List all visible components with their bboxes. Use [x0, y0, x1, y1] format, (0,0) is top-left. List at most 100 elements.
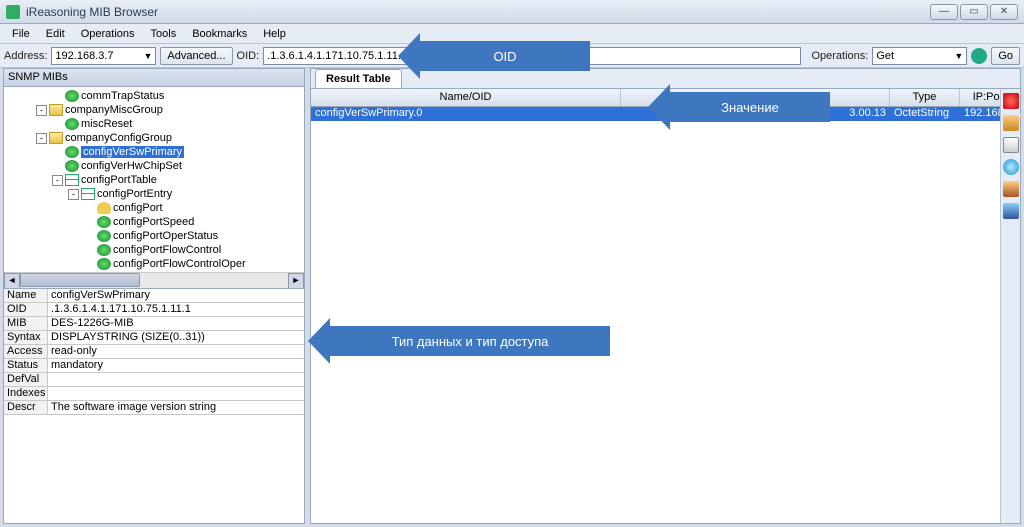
close-button[interactable]: ✕: [990, 4, 1018, 20]
detail-value: mandatory: [48, 359, 304, 372]
tree-item-label: configPortSpeed: [113, 216, 194, 228]
detail-row: DefVal: [4, 373, 304, 387]
tree-item-label: configPort: [113, 202, 163, 214]
menu-help[interactable]: Help: [255, 26, 294, 42]
detail-key: DefVal: [4, 373, 48, 386]
right-pane: Result Table Name/OID Value Type IP:Port…: [310, 68, 1021, 524]
tree-item[interactable]: - companyConfigGroup: [4, 131, 304, 145]
expander-icon[interactable]: -: [36, 105, 47, 116]
col-value[interactable]: Value: [621, 89, 890, 106]
left-pane: SNMP MIBs commTrapStatus-companyMiscGrou…: [3, 68, 305, 524]
detail-row: Indexes: [4, 387, 304, 401]
detail-key: Access: [4, 345, 48, 358]
result-table-tab[interactable]: Result Table: [315, 69, 402, 88]
tree-item[interactable]: configPortOperStatus: [4, 229, 304, 243]
detail-row: MIBDES-1226G-MIB: [4, 317, 304, 331]
expander-icon[interactable]: -: [52, 175, 63, 186]
tree-item-label: configPortEntry: [97, 188, 172, 200]
detail-row: SyntaxDISPLAYSTRING (SIZE(0..31)): [4, 331, 304, 345]
result-header: Name/OID Value Type IP:Port: [311, 89, 1020, 107]
cell-value: 3.00.13: [621, 107, 890, 121]
result-row[interactable]: configVerSwPrimary.03.00.13OctetString19…: [311, 107, 1020, 121]
tree-item-label: configPortFlowControlOper: [113, 258, 246, 270]
col-type[interactable]: Type: [890, 89, 960, 106]
tree-item-label: configPortTable: [81, 174, 157, 186]
oid-input[interactable]: .1.3.6.1.4.1.171.10.75.1.11.1.0: [263, 47, 801, 65]
scroll-thumb[interactable]: [20, 273, 140, 287]
cell-name: configVerSwPrimary.0: [311, 107, 621, 121]
detail-row: DescrThe software image version string: [4, 401, 304, 415]
go-icon[interactable]: [971, 48, 987, 64]
detail-row: OID.1.3.6.1.4.1.171.10.75.1.11.1: [4, 303, 304, 317]
tree-item[interactable]: commTrapStatus: [4, 89, 304, 103]
key-icon: [97, 202, 111, 214]
menu-tools[interactable]: Tools: [143, 26, 185, 42]
chevron-down-icon: ▼: [144, 51, 153, 61]
table-icon[interactable]: [1003, 115, 1019, 131]
mib-tree[interactable]: commTrapStatus - companyMiscGroupmiscReset…: [4, 87, 304, 272]
menu-bar: File Edit Operations Tools Bookmarks Hel…: [0, 24, 1024, 44]
tree-item-label: configPortFlowControl: [113, 244, 221, 256]
address-value: 192.168.3.7: [55, 50, 113, 62]
maximize-button[interactable]: ▭: [960, 4, 988, 20]
window-title: iReasoning MIB Browser: [26, 5, 930, 19]
save-icon[interactable]: [1003, 203, 1019, 219]
stop-icon[interactable]: [1003, 93, 1019, 109]
detail-row: Accessread-only: [4, 345, 304, 359]
table-icon: [81, 188, 95, 200]
leaf-icon: [97, 216, 111, 228]
menu-edit[interactable]: Edit: [38, 26, 73, 42]
tree-item[interactable]: configPort: [4, 201, 304, 215]
title-bar: iReasoning MIB Browser — ▭ ✕: [0, 0, 1024, 24]
tree-item[interactable]: configPortFlowControlOper: [4, 257, 304, 271]
detail-key: OID: [4, 303, 48, 316]
go-button[interactable]: Go: [991, 47, 1020, 65]
tree-item-label: companyMiscGroup: [65, 104, 163, 116]
tree-item[interactable]: miscReset: [4, 117, 304, 131]
search-icon[interactable]: [1003, 159, 1019, 175]
leaf-icon: [97, 258, 111, 270]
menu-file[interactable]: File: [4, 26, 38, 42]
menu-bookmarks[interactable]: Bookmarks: [184, 26, 255, 42]
tree-item-label: companyConfigGroup: [65, 132, 172, 144]
address-label: Address:: [4, 50, 47, 62]
expander-icon[interactable]: -: [68, 189, 79, 200]
tree-item[interactable]: configPortPriority: [4, 271, 304, 272]
leaf-icon: [97, 230, 111, 242]
detail-key: MIB: [4, 317, 48, 330]
scroll-left-icon[interactable]: ◄: [4, 273, 20, 289]
tree-item[interactable]: - configPortTable: [4, 173, 304, 187]
tree-item[interactable]: configVerHwChipSet: [4, 159, 304, 173]
detail-value: read-only: [48, 345, 304, 358]
tree-item[interactable]: configVerSwPrimary: [4, 145, 304, 159]
scroll-right-icon[interactable]: ►: [288, 273, 304, 289]
tree-item[interactable]: - configPortEntry: [4, 187, 304, 201]
app-icon: [6, 5, 20, 19]
tree-item[interactable]: - companyMiscGroup: [4, 103, 304, 117]
tree-item-label: configVerSwPrimary: [81, 146, 184, 158]
detail-value: [48, 387, 304, 400]
address-combo[interactable]: 192.168.3.7 ▼: [51, 47, 156, 65]
tree-scrollbar[interactable]: ◄ ►: [4, 272, 304, 288]
advanced-button[interactable]: Advanced...: [160, 47, 232, 65]
menu-operations[interactable]: Operations: [73, 26, 143, 42]
result-table: Name/OID Value Type IP:Port configVerSwP…: [311, 89, 1020, 523]
leaf-icon: [97, 244, 111, 256]
operations-combo[interactable]: Get ▼: [872, 47, 967, 65]
document-icon[interactable]: [1003, 137, 1019, 153]
main-area: SNMP MIBs commTrapStatus-companyMiscGrou…: [3, 68, 1021, 524]
details-table: NameconfigVerSwPrimaryOID.1.3.6.1.4.1.17…: [4, 288, 304, 523]
toolbar: Address: 192.168.3.7 ▼ Advanced... OID: …: [0, 44, 1024, 68]
tree-item[interactable]: configPortSpeed: [4, 215, 304, 229]
minimize-button[interactable]: —: [930, 4, 958, 20]
tree-item[interactable]: configPortFlowControl: [4, 243, 304, 257]
cell-type: OctetString: [890, 107, 960, 121]
expander-icon[interactable]: -: [36, 133, 47, 144]
col-name[interactable]: Name/OID: [311, 89, 621, 106]
chevron-down-icon: ▼: [954, 51, 963, 61]
detail-value: DES-1226G-MIB: [48, 317, 304, 330]
export-icon[interactable]: [1003, 181, 1019, 197]
detail-value: The software image version string: [48, 401, 304, 414]
result-tabs: Result Table: [311, 69, 1020, 89]
operations-label: Operations:: [811, 50, 868, 62]
